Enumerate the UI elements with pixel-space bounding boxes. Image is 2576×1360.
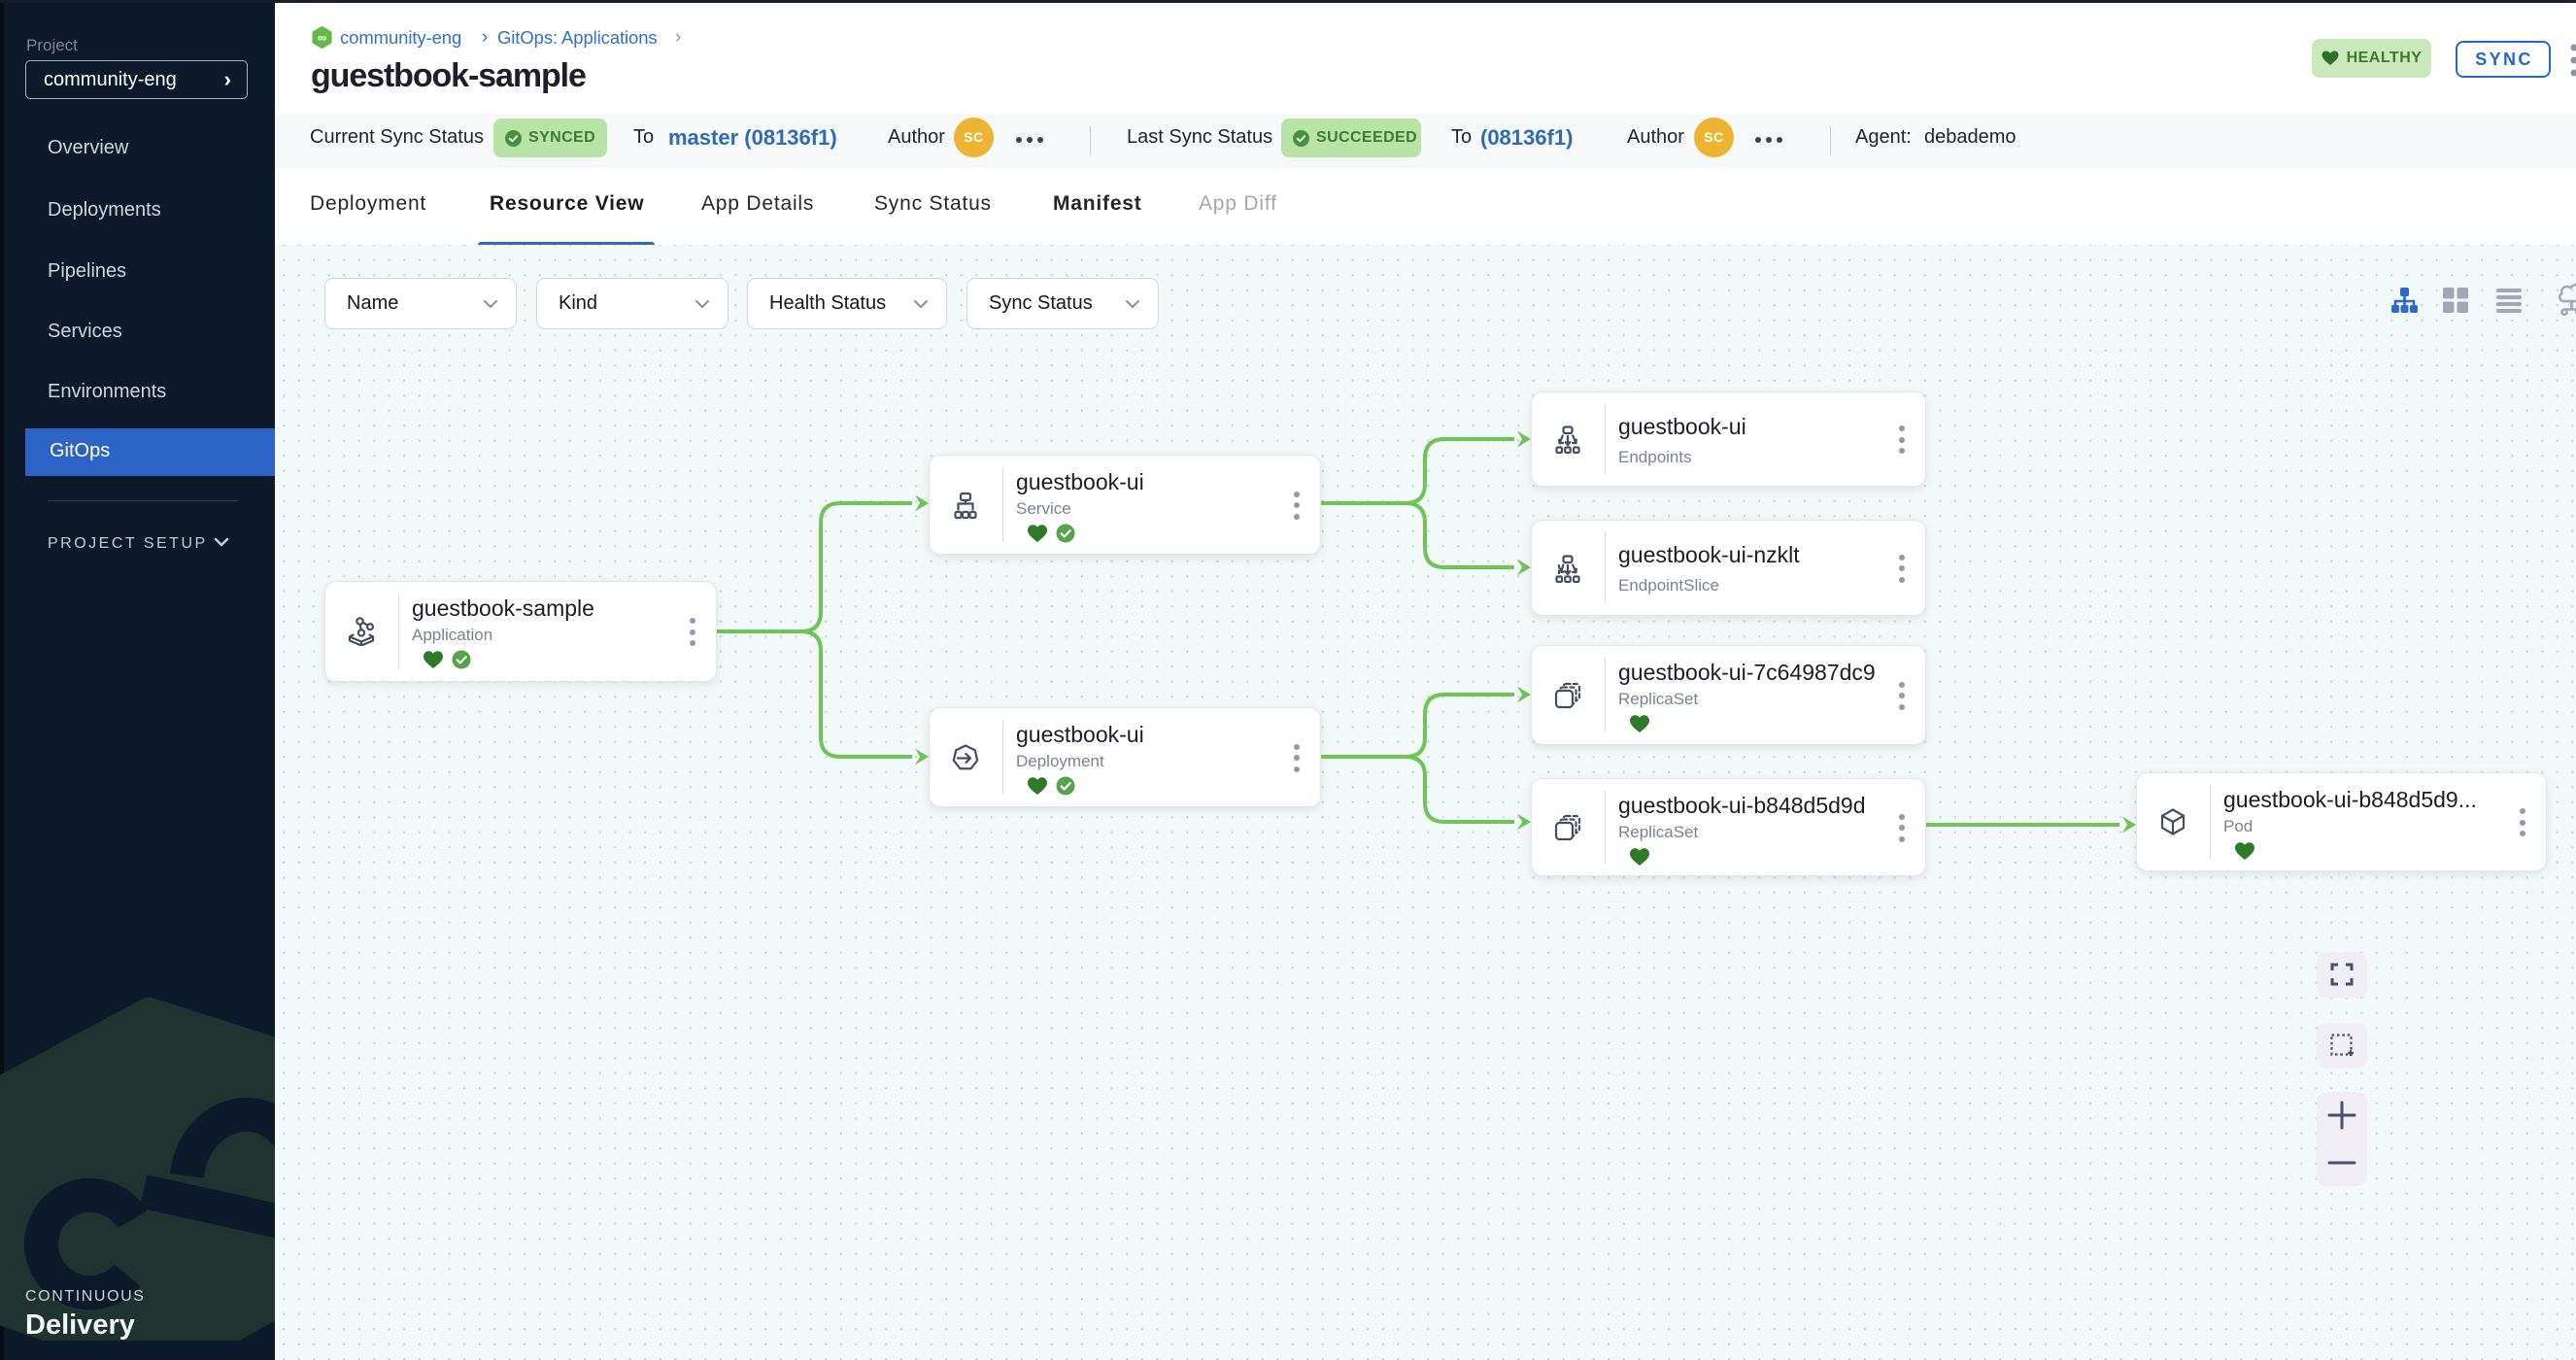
svg-text:∞: ∞ (318, 30, 326, 45)
